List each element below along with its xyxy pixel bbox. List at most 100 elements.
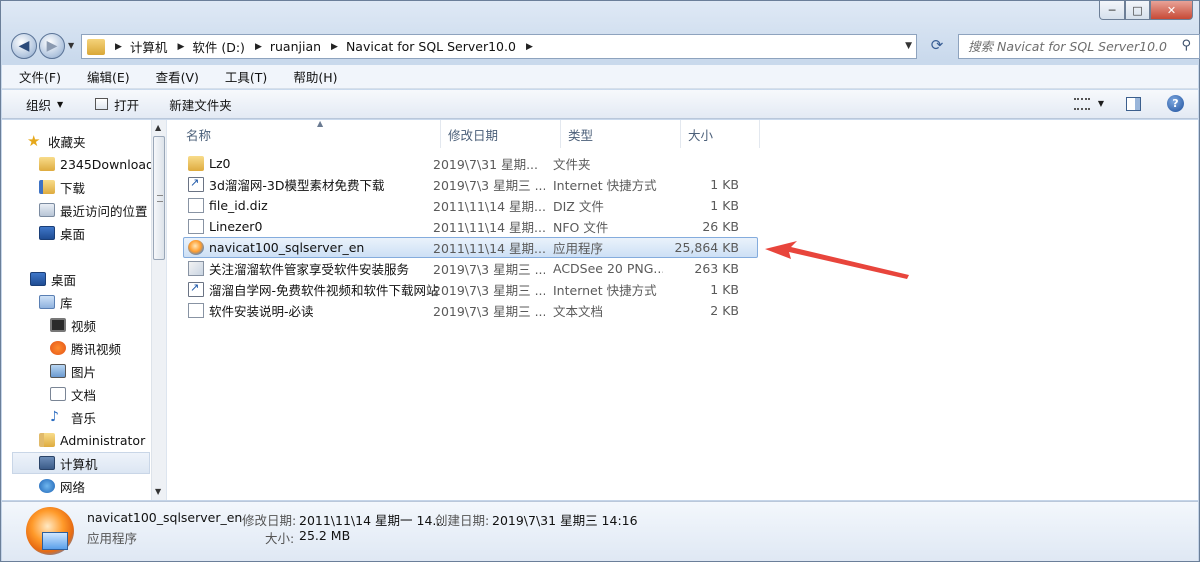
nav-videos[interactable]: 视频	[50, 314, 96, 336]
file-type: 文件夹	[553, 157, 591, 172]
back-button[interactable]: ◀	[11, 33, 37, 59]
image-file-icon	[188, 261, 204, 276]
view-options-dropdown-icon[interactable]: ▼	[1098, 99, 1104, 108]
file-type: 应用程序	[553, 241, 604, 256]
nav-recent-places[interactable]: 最近访问的位置	[39, 199, 148, 221]
open-button[interactable]: 打开	[95, 95, 139, 114]
chevron-down-icon: ▼	[57, 99, 64, 109]
scroll-up-icon[interactable]: ▲	[155, 123, 161, 132]
file-name: navicat100_sqlserver_en	[209, 240, 365, 255]
file-size: 263 KB	[694, 261, 739, 276]
address-dropdown-icon[interactable]: ▼	[905, 41, 912, 51]
internet-shortcut-icon	[188, 176, 204, 192]
close-button[interactable]: ✕	[1150, 1, 1193, 20]
scrollbar-thumb[interactable]	[153, 136, 165, 260]
file-row[interactable]: 3d溜溜网-3D模型素材免费下载 2019\7\3 星期三 ... Intern…	[183, 174, 758, 195]
column-type-header[interactable]: 类型	[561, 120, 681, 148]
menu-tools[interactable]: 工具(T)	[208, 67, 276, 86]
maximize-button[interactable]: □	[1125, 1, 1150, 20]
nav-tencent-video[interactable]: 腾讯视频	[50, 337, 121, 359]
file-list: 名称 ▲ 修改日期 类型 大小 Lz0 2019\7\31 星期... 文件夹 …	[168, 119, 1198, 500]
nav-favorites[interactable]: ★ 收藏夹	[27, 130, 86, 152]
explorer-window: ─ □ ✕ ◀ ▶ ▼ ▶ 计算机 ▶ 软件 (D:) ▶ ruanjian ▶…	[0, 0, 1200, 562]
nav-item-label: 桌面	[60, 226, 86, 242]
star-icon: ★	[27, 132, 41, 150]
search-box[interactable]: ⚲	[958, 34, 1200, 59]
forward-button[interactable]: ▶	[39, 33, 65, 59]
breadcrumb-ruanjian[interactable]: ruanjian	[270, 39, 321, 54]
annotation-arrow-shape	[765, 241, 909, 279]
breadcrumb-chevron-icon[interactable]: ▶	[255, 42, 262, 52]
file-row[interactable]: 关注溜溜软件管家享受软件安装服务 2019\7\3 星期三 ... ACDSee…	[183, 258, 758, 279]
refresh-icon[interactable]: ⟳	[924, 36, 950, 58]
nav-music[interactable]: ♪ 音乐	[50, 406, 96, 428]
file-name: file_id.diz	[209, 198, 268, 213]
menu-help[interactable]: 帮助(H)	[276, 67, 346, 86]
file-type: Internet 快捷方式	[553, 283, 657, 298]
nav-pictures[interactable]: 图片	[50, 360, 96, 382]
file-size: 1 KB	[710, 282, 739, 297]
nav-computer[interactable]: 计算机	[12, 452, 150, 474]
file-name: 软件安装说明-必读	[209, 304, 314, 319]
file-name: Lz0	[209, 156, 231, 171]
menu-view[interactable]: 查看(V)	[139, 67, 208, 86]
file-type: Internet 快捷方式	[553, 178, 657, 193]
sort-ascending-icon: ▲	[317, 119, 324, 128]
user-folder-icon	[39, 433, 55, 447]
column-name-header[interactable]: 名称 ▲	[179, 119, 441, 148]
file-row[interactable]: Linezer0 2011\11\14 星期... NFO 文件 26 KB	[183, 216, 758, 237]
nav-desktop[interactable]: 桌面	[30, 268, 76, 290]
nav-item-label: 收藏夹	[48, 134, 86, 150]
file-row[interactable]: file_id.diz 2011\11\14 星期... DIZ 文件 1 KB	[183, 195, 758, 216]
nav-desktop-favorite[interactable]: 桌面	[39, 222, 85, 244]
help-icon[interactable]: ?	[1167, 95, 1184, 112]
monitor-icon	[42, 532, 68, 550]
nav-2345downloads[interactable]: 2345Downloads	[39, 153, 160, 175]
recent-pages-dropdown-icon[interactable]: ▼	[68, 41, 74, 50]
nav-documents[interactable]: 文档	[50, 383, 96, 405]
breadcrumb-computer[interactable]: 计算机	[130, 37, 168, 56]
breadcrumb-chevron-icon[interactable]: ▶	[526, 42, 533, 52]
menu-file[interactable]: 文件(F)	[2, 67, 70, 86]
column-size-header[interactable]: 大小	[681, 120, 760, 148]
address-bar[interactable]: ▶ 计算机 ▶ 软件 (D:) ▶ ruanjian ▶ Navicat for…	[81, 34, 917, 59]
search-input[interactable]	[968, 39, 1178, 54]
file-type: ACDSee 20 PNG...	[553, 261, 663, 276]
file-row-selected[interactable]: navicat100_sqlserver_en 2011\11\14 星期...…	[183, 237, 758, 258]
library-icon	[39, 295, 55, 309]
nav-downloads[interactable]: 下载	[39, 176, 85, 198]
column-date-header[interactable]: 修改日期	[441, 120, 561, 148]
open-icon	[95, 98, 109, 110]
details-created-value: 2019\7\31 星期三 14:16	[492, 513, 638, 528]
breadcrumb-chevron-icon[interactable]: ▶	[331, 42, 338, 52]
navigation-scrollbar[interactable]: ▲ ▼	[151, 120, 166, 500]
nav-libraries[interactable]: 库	[39, 291, 73, 313]
file-row[interactable]: 软件安装说明-必读 2019\7\3 星期三 ... 文本文档 2 KB	[183, 300, 758, 321]
breadcrumb-chevron-icon[interactable]: ▶	[177, 42, 184, 52]
file-name: 溜溜自学网-免费软件视频和软件下载网站	[209, 283, 439, 298]
preview-pane-icon[interactable]	[1126, 96, 1141, 111]
command-bar-right: ▼ ?	[1073, 95, 1184, 112]
details-size-label: 大小:	[265, 531, 295, 546]
change-view-icon[interactable]	[1073, 97, 1090, 110]
breadcrumb-chevron-icon[interactable]: ▶	[115, 42, 122, 52]
breadcrumb-drive-d[interactable]: 软件 (D:)	[192, 37, 245, 56]
details-pane: navicat100_sqlserver_en 应用程序 修改日期: 2011\…	[2, 501, 1198, 561]
nav-item-label: 腾讯视频	[71, 341, 122, 357]
organize-button[interactable]: 组织 ▼	[26, 95, 63, 114]
file-row[interactable]: Lz0 2019\7\31 星期... 文件夹	[183, 153, 758, 174]
menu-edit[interactable]: 编辑(E)	[70, 67, 139, 86]
folder-icon	[188, 156, 204, 171]
new-folder-button[interactable]: 新建文件夹	[169, 95, 232, 114]
minimize-button[interactable]: ─	[1099, 1, 1125, 20]
nav-network[interactable]: 网络	[39, 475, 85, 497]
tencent-video-icon	[50, 341, 66, 355]
file-row[interactable]: 溜溜自学网-免费软件视频和软件下载网站 2019\7\3 星期三 ... Int…	[183, 279, 758, 300]
file-date: 2011\11\14 星期...	[433, 199, 545, 214]
scroll-down-icon[interactable]: ▼	[155, 487, 161, 496]
breadcrumb-navicat[interactable]: Navicat for SQL Server10.0	[346, 39, 516, 54]
nav-item-label: Administrator	[60, 432, 146, 448]
search-icon[interactable]: ⚲	[1181, 38, 1191, 53]
file-date: 2011\11\14 星期...	[433, 241, 545, 256]
nav-administrator[interactable]: Administrator	[39, 429, 145, 451]
